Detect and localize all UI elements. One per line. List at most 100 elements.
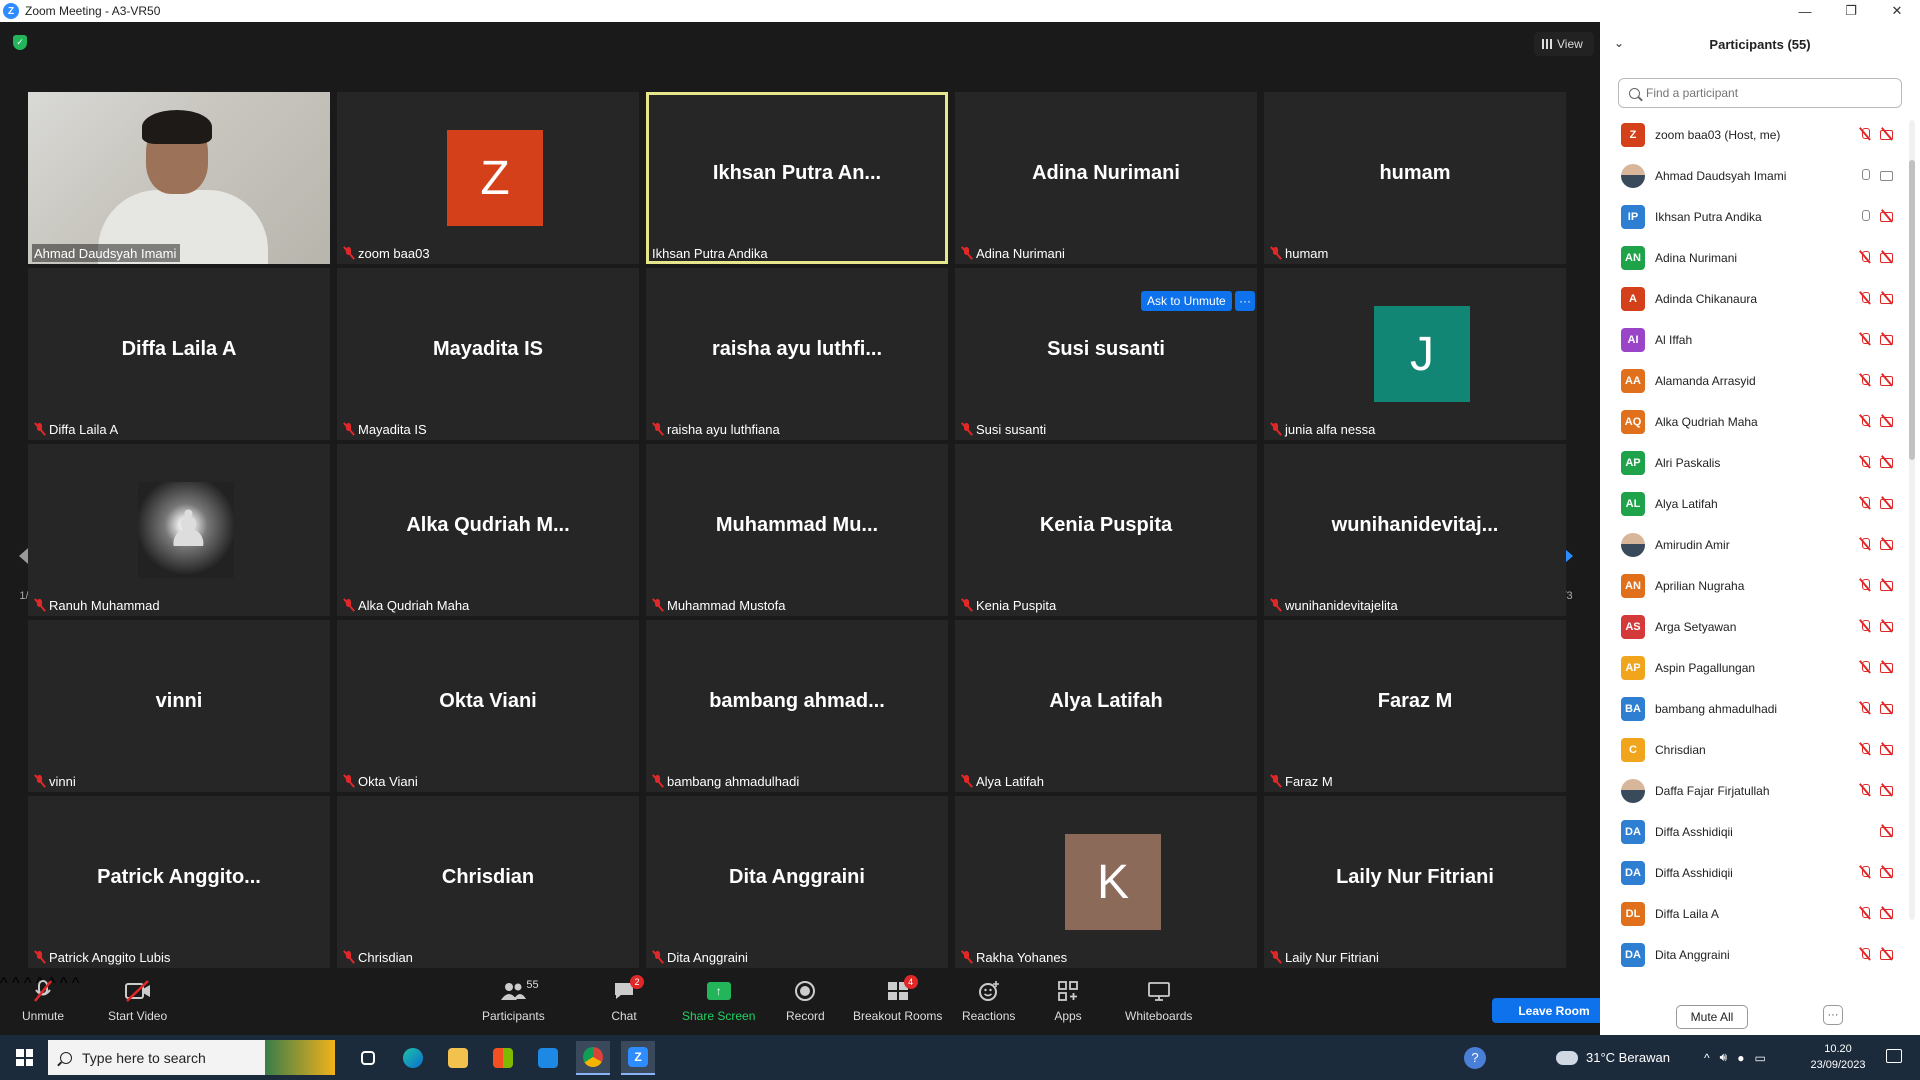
mail-icon[interactable] (531, 1041, 565, 1075)
taskbar-clock[interactable]: 10.20 23/09/2023 (1798, 1041, 1878, 1073)
panel-more-button[interactable]: ··· (1823, 1005, 1843, 1025)
participant-tile[interactable]: Diffa Laila A Diffa Laila A (28, 268, 330, 440)
participant-search-input[interactable] (1646, 86, 1886, 100)
participant-tile[interactable]: raisha ayu luthfi... raisha ayu luthfiana (646, 268, 948, 440)
start-video-button[interactable]: Start Video (108, 979, 167, 1023)
notification-center-icon[interactable] (1886, 1049, 1902, 1063)
participant-tile[interactable]: Jjunia alfa nessa (1264, 268, 1566, 440)
participant-tile[interactable]: Dita Anggraini Dita Anggraini (646, 796, 948, 968)
mic-muted-icon (1858, 578, 1872, 592)
breakout-rooms-button[interactable]: 4 Breakout Rooms (853, 975, 942, 1023)
participant-list-avatar: DA (1621, 860, 1645, 885)
volume-icon[interactable]: 🔊︎ (1720, 1050, 1728, 1065)
unmute-button[interactable]: Unmute (22, 979, 64, 1023)
edge-browser-icon[interactable] (396, 1041, 430, 1075)
participant-tile[interactable]: Ahmad Daudsyah Imami (28, 92, 330, 264)
participant-tile[interactable]: Mayadita IS Mayadita IS (337, 268, 639, 440)
participant-tile[interactable]: bambang ahmad... bambang ahmadulhadi (646, 620, 948, 792)
participant-tile[interactable]: Zzoom baa03 (337, 92, 639, 264)
ask-to-unmute-button[interactable]: Ask to Unmute (1141, 291, 1232, 311)
participant-list-item[interactable]: A Adinda Chikanaura (1618, 278, 1902, 319)
zoom-taskbar-icon[interactable]: Z (621, 1041, 655, 1075)
leave-room-button[interactable]: Leave Room (1492, 998, 1616, 1023)
participant-tile[interactable]: Muhammad Mu... Muhammad Mustofa (646, 444, 948, 616)
weather-widget[interactable]: 31°C Berawan (1556, 1035, 1670, 1080)
participant-tile[interactable]: Kenia Puspita Kenia Puspita (955, 444, 1257, 616)
participant-tile[interactable]: Ranuh Muhammad (28, 444, 330, 616)
chat-button[interactable]: 2 Chat (610, 975, 644, 1023)
participant-tile[interactable]: humam humam (1264, 92, 1566, 264)
audio-options-caret-icon[interactable]: ^ (0, 975, 8, 992)
encryption-shield-icon[interactable]: ✓ (13, 35, 27, 50)
share-screen-button[interactable]: ↑ Share Screen (682, 979, 755, 1023)
whiteboards-button[interactable]: Whiteboards (1125, 979, 1192, 1023)
participant-list-item[interactable]: AL Alya Latifah (1618, 483, 1902, 524)
close-icon[interactable]: ✕ (1874, 0, 1920, 22)
view-button[interactable]: View (1534, 32, 1594, 56)
mute-all-button[interactable]: Mute All (1676, 1005, 1748, 1029)
participant-search[interactable] (1618, 78, 1902, 108)
participant-tile[interactable]: Okta Viani Okta Viani (337, 620, 639, 792)
minimize-icon[interactable]: — (1782, 0, 1828, 22)
participant-tile[interactable]: Faraz M Faraz M (1264, 620, 1566, 792)
tray-chevron-icon[interactable]: ^ (1704, 1051, 1710, 1065)
taskbar-search-box[interactable]: Type here to search (48, 1040, 335, 1075)
participant-list-scrollbar[interactable] (1909, 120, 1915, 920)
participant-tile[interactable]: Alka Qudriah M... Alka Qudriah Maha (337, 444, 639, 616)
participant-tile[interactable]: Adina Nurimani Adina Nurimani (955, 92, 1257, 264)
participant-tile[interactable]: Chrisdian Chrisdian (337, 796, 639, 968)
task-view-icon[interactable] (351, 1041, 385, 1075)
participant-list-item[interactable]: DA Diffa Asshidiqii (1618, 852, 1902, 893)
network-icon[interactable]: ▭ (1754, 1051, 1765, 1065)
maximize-icon[interactable]: ❐ (1828, 0, 1874, 22)
microsoft-store-icon[interactable] (486, 1041, 520, 1075)
mic-muted-icon (961, 774, 973, 788)
record-button[interactable]: Record (786, 979, 825, 1023)
tile-more-button[interactable]: ··· (1235, 291, 1255, 311)
mic-muted-icon (1858, 373, 1872, 387)
participant-tile[interactable]: Patrick Anggito... Patrick Anggito Lubis (28, 796, 330, 968)
camera-off-icon (1880, 496, 1894, 510)
participant-list-item[interactable]: AS Arga Setyawan (1618, 606, 1902, 647)
participant-list-item[interactable]: DA Dita Anggraini (1618, 934, 1902, 975)
video-options-caret-icon[interactable]: ^ (12, 975, 20, 992)
mic-muted-icon (1858, 783, 1872, 797)
participant-tile[interactable]: Laily Nur Fitriani Laily Nur Fitriani (1264, 796, 1566, 968)
participant-list-item[interactable]: Zzoom baa03 (Host, me) (1618, 114, 1902, 155)
participant-list-item[interactable]: AQ Alka Qudriah Maha (1618, 401, 1902, 442)
participant-tile[interactable]: K Rakha Yohanes (955, 796, 1257, 968)
help-icon[interactable]: ? (1464, 1035, 1486, 1080)
participants-button[interactable]: 55 Participants (482, 979, 545, 1023)
participant-list-item[interactable]: DA Diffa Asshidiqii (1618, 811, 1902, 852)
mic-muted-icon (1858, 660, 1872, 674)
participant-display-name: Laily Nur Fitriani (1336, 866, 1494, 888)
microphone-tray-icon[interactable]: ● (1737, 1051, 1744, 1065)
participant-list-item[interactable]: BA bambang ahmadulhadi (1618, 688, 1902, 729)
participant-list-item[interactable]: AN Aprilian Nugraha (1618, 565, 1902, 606)
participant-list-item[interactable]: AI Al Iffah (1618, 319, 1902, 360)
participant-tile[interactable]: Ikhsan Putra An... Ikhsan Putra Andika (646, 92, 948, 264)
participant-list-item[interactable]: AP Aspin Pagallungan (1618, 647, 1902, 688)
participant-list-item[interactable]: AP Alri Paskalis (1618, 442, 1902, 483)
collapse-chevron-icon[interactable]: ⌄ (1614, 36, 1624, 50)
participant-tile[interactable]: vinni vinni (28, 620, 330, 792)
participant-name-label: Chrisdian (341, 948, 417, 966)
participant-tile[interactable]: wunihanidevitaj... wunihanidevitajelita (1264, 444, 1566, 616)
mic-muted-icon (1858, 332, 1872, 346)
participant-list-item[interactable]: Ahmad Daudsyah Imami (1618, 155, 1902, 196)
participant-list-item[interactable]: DL Diffa Laila A (1618, 893, 1902, 934)
chrome-icon[interactable] (576, 1041, 610, 1075)
participant-list-item[interactable]: Amirudin Amir (1618, 524, 1902, 565)
participant-tile[interactable]: Alya Latifah Alya Latifah (955, 620, 1257, 792)
unmute-label: Unmute (22, 1009, 65, 1023)
participant-list-item[interactable]: AN Adina Nurimani (1618, 237, 1902, 278)
participant-list-item[interactable]: AA Alamanda Arrasyid (1618, 360, 1902, 401)
participant-list-item[interactable]: IP Ikhsan Putra Andika (1618, 196, 1902, 237)
windows-start-icon[interactable] (16, 1049, 33, 1066)
participant-list-item[interactable]: C Chrisdian (1618, 729, 1902, 770)
apps-button[interactable]: Apps (1054, 979, 1082, 1023)
whiteboards-caret-icon[interactable]: ^ (72, 975, 80, 992)
reactions-button[interactable]: Reactions (962, 979, 1015, 1023)
file-explorer-icon[interactable] (441, 1041, 475, 1075)
participant-list-item[interactable]: Daffa Fajar Firjatullah (1618, 770, 1902, 811)
